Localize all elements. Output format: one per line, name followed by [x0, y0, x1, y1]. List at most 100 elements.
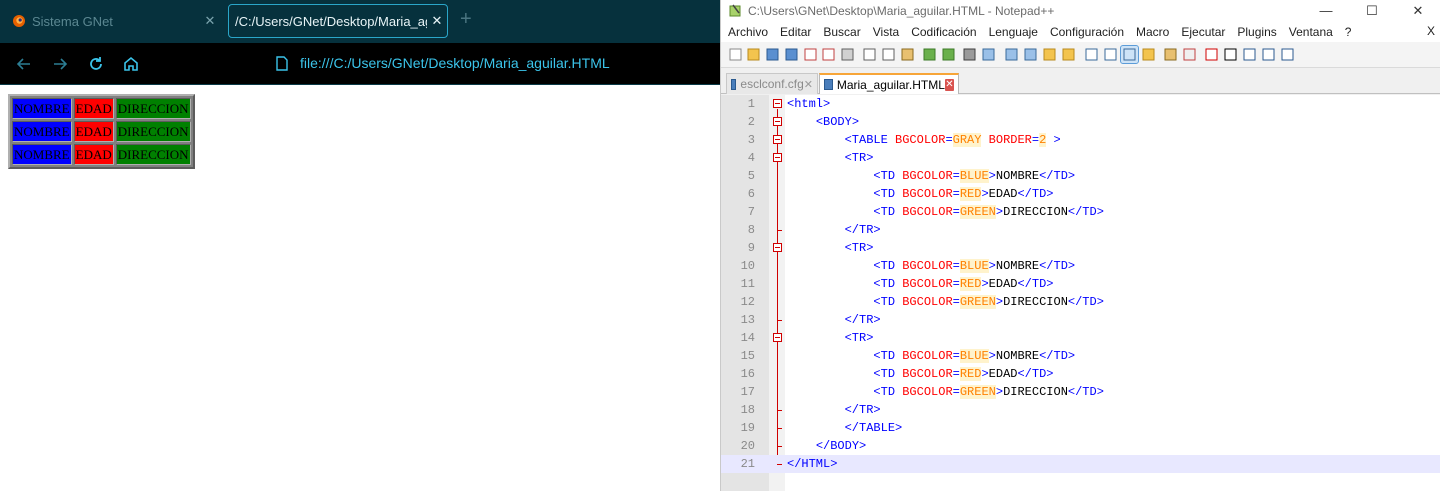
- cut-icon[interactable]: [861, 46, 878, 63]
- table-cell: EDAD: [73, 144, 114, 165]
- stop-macro-icon[interactable]: [1222, 46, 1239, 63]
- fold-end-marker: [777, 446, 782, 447]
- open-file-icon[interactable]: [745, 46, 762, 63]
- new-file-icon[interactable]: [727, 46, 744, 63]
- line-number: 17: [740, 385, 755, 399]
- maximize-icon[interactable]: ☐: [1349, 0, 1395, 21]
- paste-icon[interactable]: [899, 46, 916, 63]
- code-line[interactable]: 8 </TR>: [721, 221, 1440, 239]
- word-wrap-icon[interactable]: [1083, 46, 1100, 63]
- sync-h-icon[interactable]: [1060, 46, 1077, 63]
- redo-icon[interactable]: [940, 46, 957, 63]
- line-number: 2: [747, 115, 755, 129]
- menu-item[interactable]: Configuración: [1043, 25, 1129, 39]
- code-line[interactable]: 5 <TD BGCOLOR=BLUE>NOMBRE</TD>: [721, 167, 1440, 185]
- code-line[interactable]: 3 <TABLE BGCOLOR=GRAY BORDER=2 >: [721, 131, 1440, 149]
- fold-toggle-icon[interactable]: [773, 99, 782, 108]
- show-all-chars-icon[interactable]: [1102, 46, 1119, 63]
- menu-item[interactable]: Macro: [1129, 25, 1174, 39]
- sync-v-icon[interactable]: [1041, 46, 1058, 63]
- copy-icon[interactable]: [880, 46, 897, 63]
- line-number: 15: [740, 349, 755, 363]
- code-line[interactable]: 14 <TR>: [721, 329, 1440, 347]
- code-line[interactable]: 17 <TD BGCOLOR=GREEN>DIRECCION</TD>: [721, 383, 1440, 401]
- line-number: 18: [740, 403, 755, 417]
- code-line[interactable]: 9 <TR>: [721, 239, 1440, 257]
- tab-close-icon[interactable]: ✕: [427, 13, 447, 29]
- code-line[interactable]: 12 <TD BGCOLOR=GREEN>DIRECCION</TD>: [721, 293, 1440, 311]
- code-line[interactable]: 21 </HTML>: [721, 455, 1440, 473]
- home-icon[interactable]: [119, 52, 143, 76]
- zoom-out-icon[interactable]: [1022, 46, 1039, 63]
- code-line[interactable]: 11 <TD BGCOLOR=RED>EDAD</TD>: [721, 275, 1440, 293]
- save-all-icon[interactable]: [783, 46, 800, 63]
- zoom-in-icon[interactable]: [1003, 46, 1020, 63]
- back-icon[interactable]: [12, 52, 36, 76]
- close-all-icon[interactable]: [820, 46, 837, 63]
- function-list-icon[interactable]: [1181, 46, 1198, 63]
- doc-tab-close-icon[interactable]: ✕: [944, 78, 954, 91]
- code-line[interactable]: 6 <TD BGCOLOR=RED>EDAD</TD>: [721, 185, 1440, 203]
- menu-item[interactable]: Codificación: [904, 25, 981, 39]
- code-line[interactable]: 15 <TD BGCOLOR=BLUE>NOMBRE</TD>: [721, 347, 1440, 365]
- code-line[interactable]: 10 <TD BGCOLOR=BLUE>NOMBRE</TD>: [721, 257, 1440, 275]
- forward-icon[interactable]: [48, 52, 72, 76]
- fold-toggle-icon[interactable]: [773, 117, 782, 126]
- menu-item[interactable]: Editar: [773, 25, 816, 39]
- close-document-button[interactable]: X: [1427, 24, 1435, 38]
- fold-toggle-icon[interactable]: [773, 135, 782, 144]
- doc-map-icon[interactable]: [1162, 46, 1179, 63]
- menu-item[interactable]: Archivo: [721, 25, 773, 39]
- fold-toggle-icon[interactable]: [773, 243, 782, 252]
- lang-icon[interactable]: [1140, 46, 1157, 63]
- record-macro-icon[interactable]: [1203, 46, 1220, 63]
- close-icon[interactable]: [802, 46, 819, 63]
- table-cell: NOMBRE: [12, 144, 72, 165]
- code-line[interactable]: 2 <BODY>: [721, 113, 1440, 131]
- line-number: 4: [747, 151, 755, 165]
- indent-guide-icon[interactable]: [1120, 45, 1139, 64]
- menu-item[interactable]: Ventana: [1282, 25, 1338, 39]
- code-line[interactable]: 16 <TD BGCOLOR=RED>EDAD</TD>: [721, 365, 1440, 383]
- menu-item[interactable]: ?: [1338, 25, 1357, 39]
- run-macro-multi-icon[interactable]: [1260, 46, 1277, 63]
- save-macro-icon[interactable]: [1279, 46, 1296, 63]
- menu-item[interactable]: Plugins: [1230, 25, 1281, 39]
- code-line[interactable]: 4 <TR>: [721, 149, 1440, 167]
- line-number: 11: [740, 277, 755, 291]
- menu-item[interactable]: Buscar: [816, 25, 865, 39]
- code-line[interactable]: 7 <TD BGCOLOR=GREEN>DIRECCION</TD>: [721, 203, 1440, 221]
- fold-toggle-icon[interactable]: [773, 153, 782, 162]
- save-icon[interactable]: [764, 46, 781, 63]
- new-tab-button[interactable]: +: [460, 8, 472, 31]
- doc-tab-esclconf[interactable]: esclconf.cfg ✕: [726, 73, 818, 94]
- code-line[interactable]: 20 </BODY>: [721, 437, 1440, 455]
- doc-tab-close-icon[interactable]: ✕: [804, 78, 813, 91]
- menu-item[interactable]: Ejecutar: [1174, 25, 1230, 39]
- menu-item[interactable]: Lenguaje: [982, 25, 1043, 39]
- undo-icon[interactable]: [921, 46, 938, 63]
- play-macro-icon[interactable]: [1241, 46, 1258, 63]
- code-text: <TD BGCOLOR=GREEN>DIRECCION</TD>: [873, 205, 1104, 219]
- doc-tab-maria-aguilar[interactable]: Maria_aguilar.HTML ✕: [819, 73, 959, 94]
- address-bar[interactable]: file:///C:/Users/GNet/Desktop/Maria_agui…: [276, 55, 610, 71]
- browser-tab-bar: Sistema GNet ✕ /C:/Users/GNet/Desktop/Ma…: [0, 0, 720, 43]
- find-icon[interactable]: [961, 46, 978, 63]
- code-line[interactable]: 1 <html>: [721, 95, 1440, 113]
- close-window-icon[interactable]: ✕: [1395, 0, 1440, 21]
- replace-icon[interactable]: [980, 46, 997, 63]
- code-line[interactable]: 19 </TABLE>: [721, 419, 1440, 437]
- menu-item[interactable]: Vista: [866, 25, 904, 39]
- reload-icon[interactable]: [84, 52, 108, 76]
- tab-close-icon[interactable]: ✕: [200, 13, 220, 29]
- fold-toggle-icon[interactable]: [773, 333, 782, 342]
- print-icon[interactable]: [839, 46, 856, 63]
- code-editor[interactable]: 1 <html> 2 <BODY> 3 <TABLE BGCOLOR=GRAY BOR…: [721, 95, 1440, 491]
- code-line[interactable]: 18 </TR>: [721, 401, 1440, 419]
- code-text: <TD BGCOLOR=BLUE>NOMBRE</TD>: [873, 349, 1076, 363]
- tab-sistema-gnet[interactable]: Sistema GNet ✕: [6, 4, 220, 38]
- tab-maria-aguilar[interactable]: /C:/Users/GNet/Desktop/Maria_aguil ✕: [228, 4, 448, 38]
- code-line[interactable]: 13 </TR>: [721, 311, 1440, 329]
- code-text: <TR>: [844, 331, 874, 345]
- minimize-icon[interactable]: —: [1303, 0, 1349, 21]
